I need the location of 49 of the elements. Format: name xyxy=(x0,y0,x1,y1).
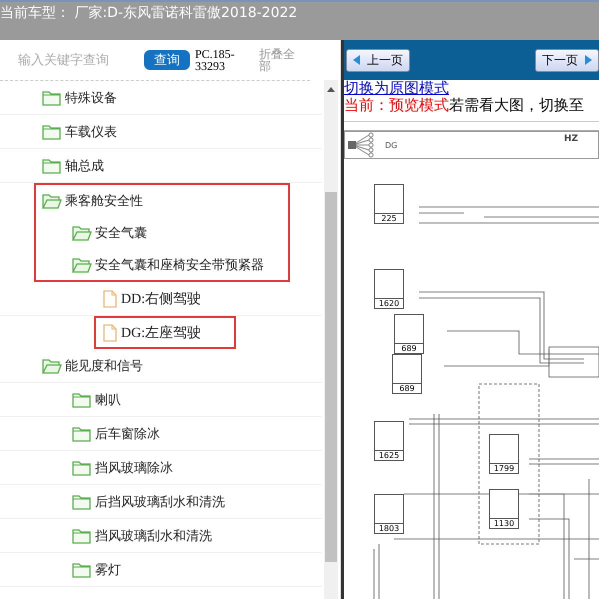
component-block: 689 xyxy=(394,314,424,354)
open-folder-icon xyxy=(42,358,62,374)
tree-item[interactable]: 安全气囊 xyxy=(72,224,147,242)
mode-hint: 若需看大图，切换至 xyxy=(449,96,584,114)
folder-icon xyxy=(72,392,92,408)
code-text: PC.185-33293 xyxy=(195,48,236,72)
component-block: 1620 xyxy=(374,269,404,309)
right-arrow-icon xyxy=(584,55,592,65)
scroll-up-icon[interactable] xyxy=(327,86,335,92)
open-folder-icon xyxy=(72,224,92,240)
left-arrow-icon xyxy=(353,55,361,65)
tree-item[interactable]: 后挡风玻璃刮水和清洗 xyxy=(72,492,225,510)
component-block: 1130 xyxy=(489,489,519,529)
tree-item[interactable]: 特殊设备 xyxy=(42,88,117,106)
folder-icon xyxy=(72,528,92,544)
folder-icon xyxy=(42,90,62,106)
tree-item[interactable]: 车载仪表 xyxy=(42,122,117,140)
tree-item[interactable]: 后车窗除冰 xyxy=(72,424,160,442)
vehicle-title: 当前车型： 厂家:D-东风雷诺科雷傲2018-2022 xyxy=(0,4,298,22)
tree-item[interactable]: 轴总成 xyxy=(42,156,104,174)
next-page-button[interactable]: 下一页 xyxy=(535,48,599,72)
folder-icon xyxy=(72,426,92,442)
search-button[interactable]: 查询 xyxy=(144,50,190,70)
document-icon xyxy=(102,290,118,308)
component-block: 225 xyxy=(374,184,404,224)
component-block: 1799 xyxy=(489,434,519,474)
folder-icon xyxy=(42,124,62,140)
diagram-label: DG xyxy=(385,140,398,150)
tree-item[interactable]: 能见度和信号 xyxy=(42,356,143,374)
scrollbar[interactable] xyxy=(324,80,338,599)
component-block: 1803 xyxy=(374,494,404,534)
folder-icon xyxy=(72,460,92,476)
diagram-label: HZ xyxy=(564,134,578,144)
folder-icon xyxy=(72,562,92,578)
document-icon xyxy=(102,324,118,342)
component-block: 689 xyxy=(392,354,422,394)
tree-item[interactable]: 雾灯 xyxy=(72,560,121,578)
tree-item[interactable]: 挡风玻璃除冰 xyxy=(72,458,173,476)
mode-status: 当前：预览模式 xyxy=(344,96,449,114)
tree-item[interactable]: 喇叭 xyxy=(72,390,121,408)
original-mode-link[interactable]: 切换为原图模式 xyxy=(344,80,599,96)
previous-page-button[interactable]: 上一页 xyxy=(346,48,410,72)
tree-item[interactable]: DD:右侧驾驶 xyxy=(102,290,202,308)
folder-icon xyxy=(42,158,62,174)
tree-item[interactable]: 挡风玻璃刮水和清洗 xyxy=(72,526,212,544)
folder-icon xyxy=(72,494,92,510)
open-folder-icon xyxy=(42,192,62,208)
open-folder-icon xyxy=(72,256,92,272)
component-block: 1625 xyxy=(374,421,404,461)
